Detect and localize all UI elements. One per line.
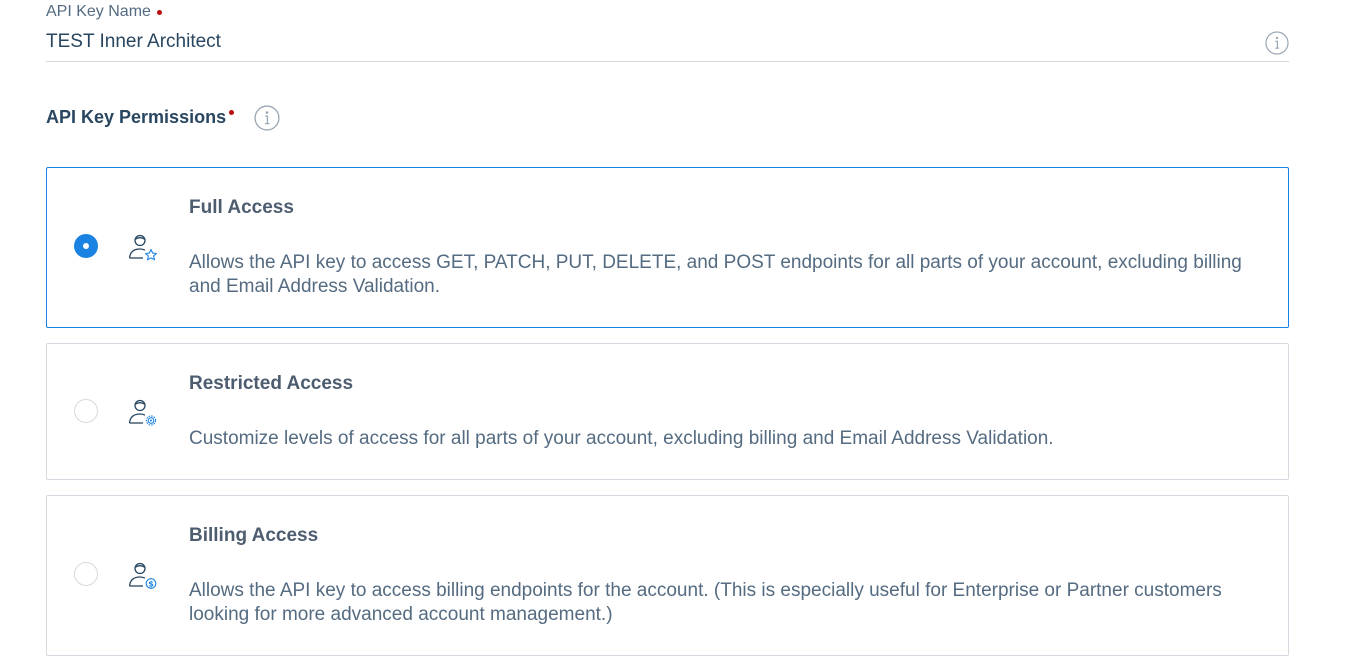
required-indicator — [156, 10, 162, 15]
api-key-name-label-text: API Key Name — [46, 3, 151, 20]
full-access-description: Allows the API key to access GET, PATCH,… — [189, 252, 1242, 297]
api-key-name-input[interactable] — [46, 29, 1256, 55]
permission-option-full-access[interactable]: Full Access Allows the API key to access… — [46, 167, 1289, 328]
svg-text:$: $ — [148, 580, 154, 589]
user-dollar-icon: $ — [128, 562, 157, 589]
billing-access-title: Billing Access — [189, 525, 319, 546]
billing-access-description: Allows the API key to access billing end… — [189, 580, 1222, 625]
permission-option-billing-access[interactable]: $ Billing Access Allows the API key to a… — [46, 495, 1289, 656]
user-gear-icon — [128, 399, 157, 426]
restricted-access-description: Customize levels of access for all parts… — [189, 428, 1054, 449]
permissions-heading: API Key Permissions — [46, 107, 235, 128]
user-star-icon — [128, 234, 158, 261]
info-icon[interactable] — [1265, 31, 1289, 55]
api-key-name-field: API Key Name — [46, 0, 1289, 62]
required-indicator — [229, 110, 235, 115]
permissions-heading-text: API Key Permissions — [46, 107, 227, 127]
full-access-title: Full Access — [189, 197, 294, 218]
full-access-radio[interactable] — [74, 234, 98, 258]
api-key-form: API Key Name API Key Permissions Full Ac… — [0, 0, 1351, 661]
permission-option-restricted-access[interactable]: Restricted Access Customize levels of ac… — [46, 343, 1289, 480]
billing-access-radio[interactable] — [74, 562, 98, 586]
api-key-name-label: API Key Name — [46, 3, 162, 21]
restricted-access-radio[interactable] — [74, 399, 98, 423]
restricted-access-title: Restricted Access — [189, 373, 354, 394]
info-icon[interactable] — [254, 105, 280, 131]
